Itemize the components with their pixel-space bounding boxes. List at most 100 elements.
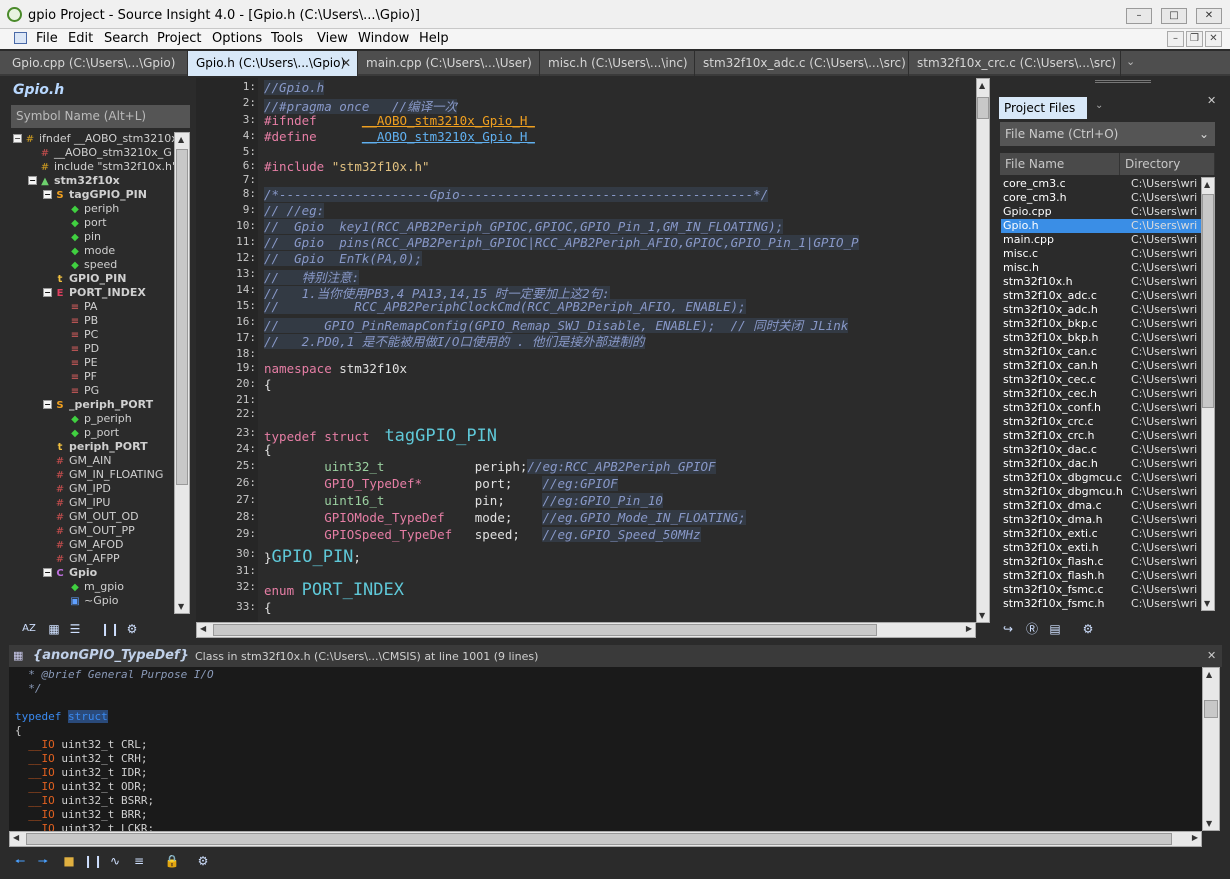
scrollbar-thumb[interactable]	[176, 149, 188, 485]
file-list-row[interactable]: core_cm3.h C:\Users\wri	[1001, 191, 1201, 205]
file-list-row[interactable]: stm32f10x_can.h C:\Users\wri	[1001, 359, 1201, 373]
book-icon[interactable]: ❙❙	[83, 853, 103, 869]
file-list-row[interactable]: stm32f10x.h C:\Users\wri	[1001, 275, 1201, 289]
symbol-tree-item[interactable]: − ▲ stm32f10x	[28, 174, 120, 188]
tab-gpio-h[interactable]: Gpio.h (C:\Users\...\Gpio) ✕	[188, 51, 358, 76]
scroll-right-icon[interactable]: ▶	[1192, 833, 1198, 842]
symbol-tree-item[interactable]: − # ifndef __AOBO_stm3210x	[13, 132, 175, 146]
lock-icon[interactable]: 🔒	[164, 853, 180, 869]
file-list-row[interactable]: stm32f10x_fsmc.c C:\Users\wri	[1001, 583, 1201, 597]
list-icon[interactable]: ▤	[1047, 621, 1063, 637]
symbol-tree-item[interactable]: − StagGPIO_PIN	[43, 188, 147, 202]
code-line[interactable]: 30:}GPIO_PIN;	[196, 547, 974, 567]
symbol-tree-item[interactable]: ◆ p_periph	[58, 412, 132, 426]
symbol-tree-item[interactable]: # GM_AFPP	[43, 552, 120, 566]
file-list-row[interactable]: misc.c C:\Users\wri	[1001, 247, 1201, 261]
sort-az-icon[interactable]: AZ	[21, 621, 37, 637]
forward-arrow-icon[interactable]: 🠖	[35, 853, 51, 869]
scroll-up-icon[interactable]: ▲	[979, 81, 985, 90]
code-line[interactable]: 22:	[196, 407, 974, 423]
symbol-tree-item[interactable]: # GM_OUT_PP	[43, 524, 135, 538]
add-file-icon[interactable]: ↪	[1000, 621, 1016, 637]
close-panel-icon[interactable]: ✕	[1207, 94, 1216, 107]
file-list-row[interactable]: stm32f10x_crc.c C:\Users\wri	[1001, 415, 1201, 429]
scrollbar-thumb[interactable]	[1204, 700, 1218, 718]
code-line[interactable]: 23: typedef struct tagGPIO_PIN	[196, 426, 974, 446]
file-list-row[interactable]: stm32f10x_fsmc.h C:\Users\wri	[1001, 597, 1201, 611]
symbol-tree-item[interactable]: # GM_AFOD	[43, 538, 124, 552]
file-list-row[interactable]: stm32f10x_crc.h C:\Users\wri	[1001, 429, 1201, 443]
file-list-row[interactable]: Gpio.h C:\Users\wri	[1001, 219, 1201, 233]
file-list-row[interactable]: stm32f10x_adc.c C:\Users\wri	[1001, 289, 1201, 303]
code-line[interactable]: 2: //#pragma once //编译一次	[196, 96, 974, 114]
symbol-tree-item[interactable]: ≡ PA	[58, 300, 98, 314]
file-list-row[interactable]: stm32f10x_dbgmcu.h C:\Users\wri	[1001, 485, 1201, 499]
symbol-tree-item[interactable]: t periph_PORT	[43, 440, 148, 454]
scrollbar-thumb[interactable]	[26, 833, 1172, 845]
context-horizontal-scrollbar[interactable]: ◀ ▶	[9, 831, 1202, 847]
column-header-directory[interactable]: Directory	[1120, 153, 1215, 175]
close-panel-icon[interactable]: ✕	[1207, 649, 1216, 662]
symbol-tree-item[interactable]: ◆ m_gpio	[58, 580, 124, 594]
symbol-tree-item[interactable]: ◆ port	[58, 216, 106, 230]
symbol-tree-item[interactable]: ▣ ~Gpio	[58, 594, 118, 608]
mdi-close-button[interactable]: ✕	[1205, 31, 1222, 47]
symbol-tree-item[interactable]: t GPIO_PIN	[43, 272, 127, 286]
code-line[interactable]: 26: GPIO_TypeDef* port; //eg:GPIOF	[196, 476, 974, 492]
symbol-tree-item[interactable]: ≡ PD	[58, 342, 99, 356]
chevron-down-icon[interactable]: ⌄	[1199, 122, 1209, 146]
scroll-down-icon[interactable]: ▼	[1206, 819, 1212, 828]
scroll-up-icon[interactable]: ▲	[178, 135, 184, 144]
file-list-row[interactable]: stm32f10x_cec.h C:\Users\wri	[1001, 387, 1201, 401]
scroll-down-icon[interactable]: ▼	[979, 611, 985, 620]
outline-icon[interactable]: ≡	[131, 853, 147, 869]
symbol-tree-item[interactable]: − C Gpio	[43, 566, 97, 580]
file-list-row[interactable]: Gpio.cpp C:\Users\wri	[1001, 205, 1201, 219]
symbol-tree-item[interactable]: # include "stm32f10x.h"	[28, 160, 175, 174]
tab-stm32f10x-adc-c[interactable]: stm32f10x_adc.c (C:\Users\...\src)	[695, 51, 909, 76]
tab-list-chevron-icon[interactable]: ⌄	[1126, 55, 1135, 68]
menu-help[interactable]: Help	[419, 31, 449, 46]
symbol-tree-item[interactable]: # __AOBO_stm3210x_G	[28, 146, 172, 160]
minimize-button[interactable]: –	[1126, 8, 1152, 24]
menu-project[interactable]: Project	[157, 31, 201, 46]
collapse-toggle-icon[interactable]: −	[43, 288, 52, 297]
context-code-view[interactable]: * @brief General Purpose I/O */ typedef s…	[9, 667, 1202, 831]
tab-main-cpp[interactable]: main.cpp (C:\Users\...\User)	[358, 51, 540, 76]
file-list-row[interactable]: stm32f10x_cec.c C:\Users\wri	[1001, 373, 1201, 387]
tab-misc-h[interactable]: misc.h (C:\Users\...\inc)	[540, 51, 695, 76]
book-icon[interactable]: ❙❙	[100, 621, 120, 637]
scroll-right-icon[interactable]: ▶	[966, 624, 972, 633]
symbol-tree-item[interactable]: ◆ speed	[58, 258, 117, 272]
code-line[interactable]: 8: /*--------------------Gpio------------…	[196, 187, 974, 203]
file-list-row[interactable]: stm32f10x_dma.c C:\Users\wri	[1001, 499, 1201, 513]
jump-icon[interactable]: ■	[61, 853, 77, 869]
code-line[interactable]: 14:// 1.当你使用PB3,4 PA13,14,15 时一定要加上这2句:	[196, 283, 974, 301]
file-list-row[interactable]: misc.h C:\Users\wri	[1001, 261, 1201, 275]
editor-vertical-scrollbar[interactable]: ▲ ▼	[976, 78, 990, 623]
code-line[interactable]: 29: GPIOSpeed_TypeDef speed; //eg.GPIO_S…	[196, 527, 974, 543]
code-line[interactable]: 4: #define __AOBO_stm3210x_Gpio_H_	[196, 129, 974, 145]
scroll-up-icon[interactable]: ▲	[1206, 670, 1212, 679]
code-editor[interactable]: 1: //Gpio.h 2: //#pragma once //编译一次 3: #ifnd…	[196, 78, 990, 622]
column-header-file-name[interactable]: File Name	[1000, 153, 1120, 175]
back-arrow-icon[interactable]: 🠔	[12, 853, 28, 869]
scrollbar-thumb[interactable]	[977, 97, 989, 119]
panel-grip[interactable]	[1095, 80, 1151, 83]
file-list-row[interactable]: stm32f10x_flash.h C:\Users\wri	[1001, 569, 1201, 583]
scroll-left-icon[interactable]: ◀	[13, 833, 19, 842]
code-line[interactable]: 17:// 2.PD0,1 是不能被用做I/O口使用的 . 他们是接外部进制的	[196, 331, 974, 349]
file-list-row[interactable]: stm32f10x_dma.h C:\Users\wri	[1001, 513, 1201, 527]
menu-tools[interactable]: Tools	[271, 31, 303, 46]
file-list-row[interactable]: stm32f10x_exti.h C:\Users\wri	[1001, 541, 1201, 555]
collapse-toggle-icon[interactable]: −	[43, 400, 52, 409]
gear-icon[interactable]: ⚙	[1080, 621, 1096, 637]
file-list-row[interactable]: main.cpp C:\Users\wri	[1001, 233, 1201, 247]
menu-file[interactable]: File	[36, 31, 58, 46]
symbol-tree-item[interactable]: − S _periph_PORT	[43, 398, 153, 412]
symbol-tree-item[interactable]: ≡ PF	[58, 370, 97, 384]
menu-view[interactable]: View	[317, 31, 348, 46]
code-line[interactable]: 12: // Gpio EnTk(PA,0);	[196, 251, 974, 267]
collapse-toggle-icon[interactable]: −	[43, 568, 52, 577]
code-line[interactable]: 15: // RCC_APB2PeriphClockCmd(RCC_APB2Per…	[196, 299, 974, 315]
